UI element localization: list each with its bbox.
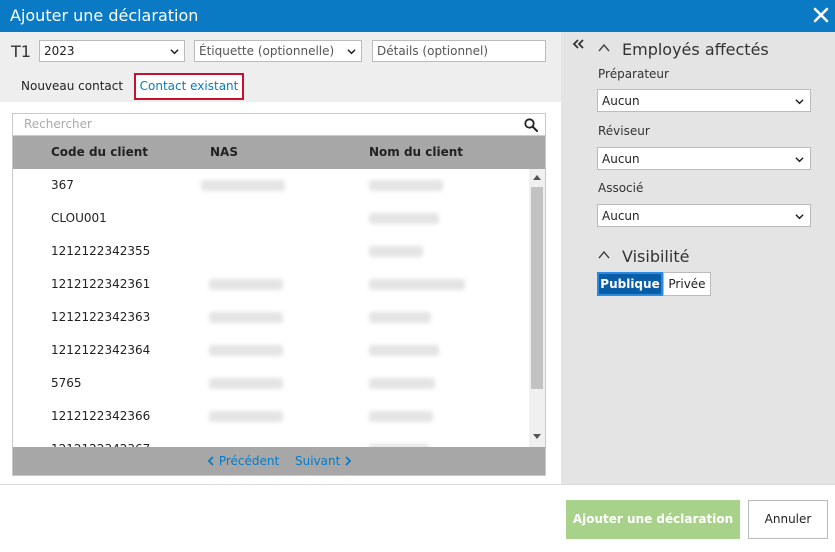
partner-value: Aucun: [602, 209, 640, 223]
column-header-client-code[interactable]: Code du client: [51, 145, 148, 159]
previous-page-label: Précédent: [218, 454, 280, 468]
details-input[interactable]: Détails (optionnel): [372, 40, 546, 62]
redacted-sin-cell: [209, 312, 283, 323]
table-header: Code du client NAS Nom du client: [13, 136, 545, 169]
footer-divider: [0, 484, 835, 485]
client-code-cell: 367: [51, 178, 74, 192]
client-code-cell: 1212122342366: [51, 409, 151, 423]
chevron-down-icon: [347, 49, 356, 55]
client-code-cell: 1212122342361: [51, 277, 151, 291]
reviewer-label: Réviseur: [598, 124, 650, 138]
redacted-sin-cell: [209, 411, 283, 422]
vertical-scrollbar[interactable]: [529, 169, 545, 447]
close-icon[interactable]: [812, 6, 830, 24]
client-code-cell: 5765: [51, 376, 82, 390]
reviewer-value: Aucun: [602, 152, 640, 166]
table-row[interactable]: 1212122342361: [13, 268, 529, 301]
redacted-sin-cell: [209, 279, 283, 290]
tab-new-contact[interactable]: Nouveau contact: [21, 79, 123, 93]
chevron-down-icon: [795, 214, 804, 220]
return-type-label: T1: [11, 42, 31, 61]
table-row[interactable]: 367: [13, 169, 529, 202]
year-select[interactable]: 2023: [39, 40, 185, 62]
title-bar: Ajouter une déclaration: [0, 0, 835, 32]
client-grid: Rechercher Code du client NAS Nom du cli…: [12, 113, 546, 476]
partner-label: Associé: [598, 181, 644, 195]
redacted-sin-cell: [209, 345, 283, 356]
client-code-cell: 1212122342363: [51, 310, 151, 324]
next-page-link[interactable]: Suivant: [295, 454, 352, 468]
search-input[interactable]: Rechercher: [24, 117, 92, 131]
scroll-down-icon[interactable]: [532, 433, 542, 441]
column-header-sin[interactable]: NAS: [210, 145, 238, 159]
public-toggle[interactable]: Publique: [597, 272, 663, 296]
partner-select[interactable]: Aucun: [597, 204, 811, 227]
redacted-name-cell: [369, 312, 431, 323]
pagination-bar: Précédent Suivant: [13, 447, 545, 475]
add-return-button[interactable]: Ajouter une déclaration: [566, 500, 740, 539]
employees-section-title[interactable]: Employés affectés: [622, 40, 769, 59]
chevron-up-icon[interactable]: [598, 250, 610, 260]
redacted-name-cell: [369, 279, 465, 290]
chevron-up-icon[interactable]: [598, 43, 610, 53]
tab-existing-contact[interactable]: Contact existant: [134, 73, 244, 100]
next-page-label: Suivant: [295, 454, 341, 468]
redacted-sin-cell: [201, 180, 285, 191]
table-row[interactable]: 1212122342366: [13, 400, 529, 433]
redacted-name-cell: [369, 180, 443, 191]
details-placeholder: Détails (optionnel): [377, 44, 489, 58]
visibility-section-title[interactable]: Visibilité: [622, 247, 689, 266]
reviewer-select[interactable]: Aucun: [597, 147, 811, 170]
client-code-cell: 1212122342355: [51, 244, 151, 258]
chevron-down-icon: [795, 157, 804, 163]
client-code-cell: CLOU001: [51, 211, 107, 225]
client-code-cell: 1212122342364: [51, 343, 151, 357]
double-chevron-left-icon[interactable]: [571, 37, 585, 51]
table-row[interactable]: 1212122342363: [13, 301, 529, 334]
column-header-client-name[interactable]: Nom du client: [369, 145, 463, 159]
redacted-name-cell: [369, 411, 433, 422]
search-bar[interactable]: Rechercher: [13, 114, 545, 136]
tag-select[interactable]: Étiquette (optionnelle): [194, 40, 362, 62]
redacted-name-cell: [369, 345, 439, 356]
scroll-up-icon[interactable]: [532, 173, 542, 181]
chevron-left-icon: [207, 456, 214, 466]
previous-page-link[interactable]: Précédent: [207, 454, 279, 468]
redacted-name-cell: [369, 378, 435, 389]
table-row[interactable]: 1212122342364: [13, 334, 529, 367]
chevron-down-icon: [170, 49, 179, 55]
search-icon[interactable]: [524, 118, 538, 132]
table-row[interactable]: 1212122342367: [13, 433, 529, 447]
table-row[interactable]: CLOU001: [13, 202, 529, 235]
redacted-sin-cell: [209, 378, 283, 389]
dialog-title: Ajouter une déclaration: [10, 6, 199, 25]
table-row[interactable]: 5765: [13, 367, 529, 400]
preparer-value: Aucun: [602, 94, 640, 108]
redacted-name-cell: [369, 213, 439, 224]
tag-placeholder: Étiquette (optionnelle): [199, 44, 335, 58]
redacted-name-cell: [369, 246, 423, 257]
preparer-label: Préparateur: [598, 67, 669, 81]
table-body: 367 CLOU001 1212122342355 1212122342361 …: [13, 169, 529, 447]
chevron-right-icon: [345, 456, 352, 466]
private-toggle[interactable]: Privée: [663, 272, 711, 296]
preparer-select[interactable]: Aucun: [597, 89, 811, 112]
cancel-button[interactable]: Annuler: [748, 500, 828, 539]
add-return-dialog: Ajouter une déclaration T1 2023 Étiquett…: [0, 0, 835, 552]
scrollbar-thumb[interactable]: [531, 187, 543, 389]
table-row[interactable]: 1212122342355: [13, 235, 529, 268]
chevron-down-icon: [795, 99, 804, 105]
year-value: 2023: [44, 44, 75, 58]
